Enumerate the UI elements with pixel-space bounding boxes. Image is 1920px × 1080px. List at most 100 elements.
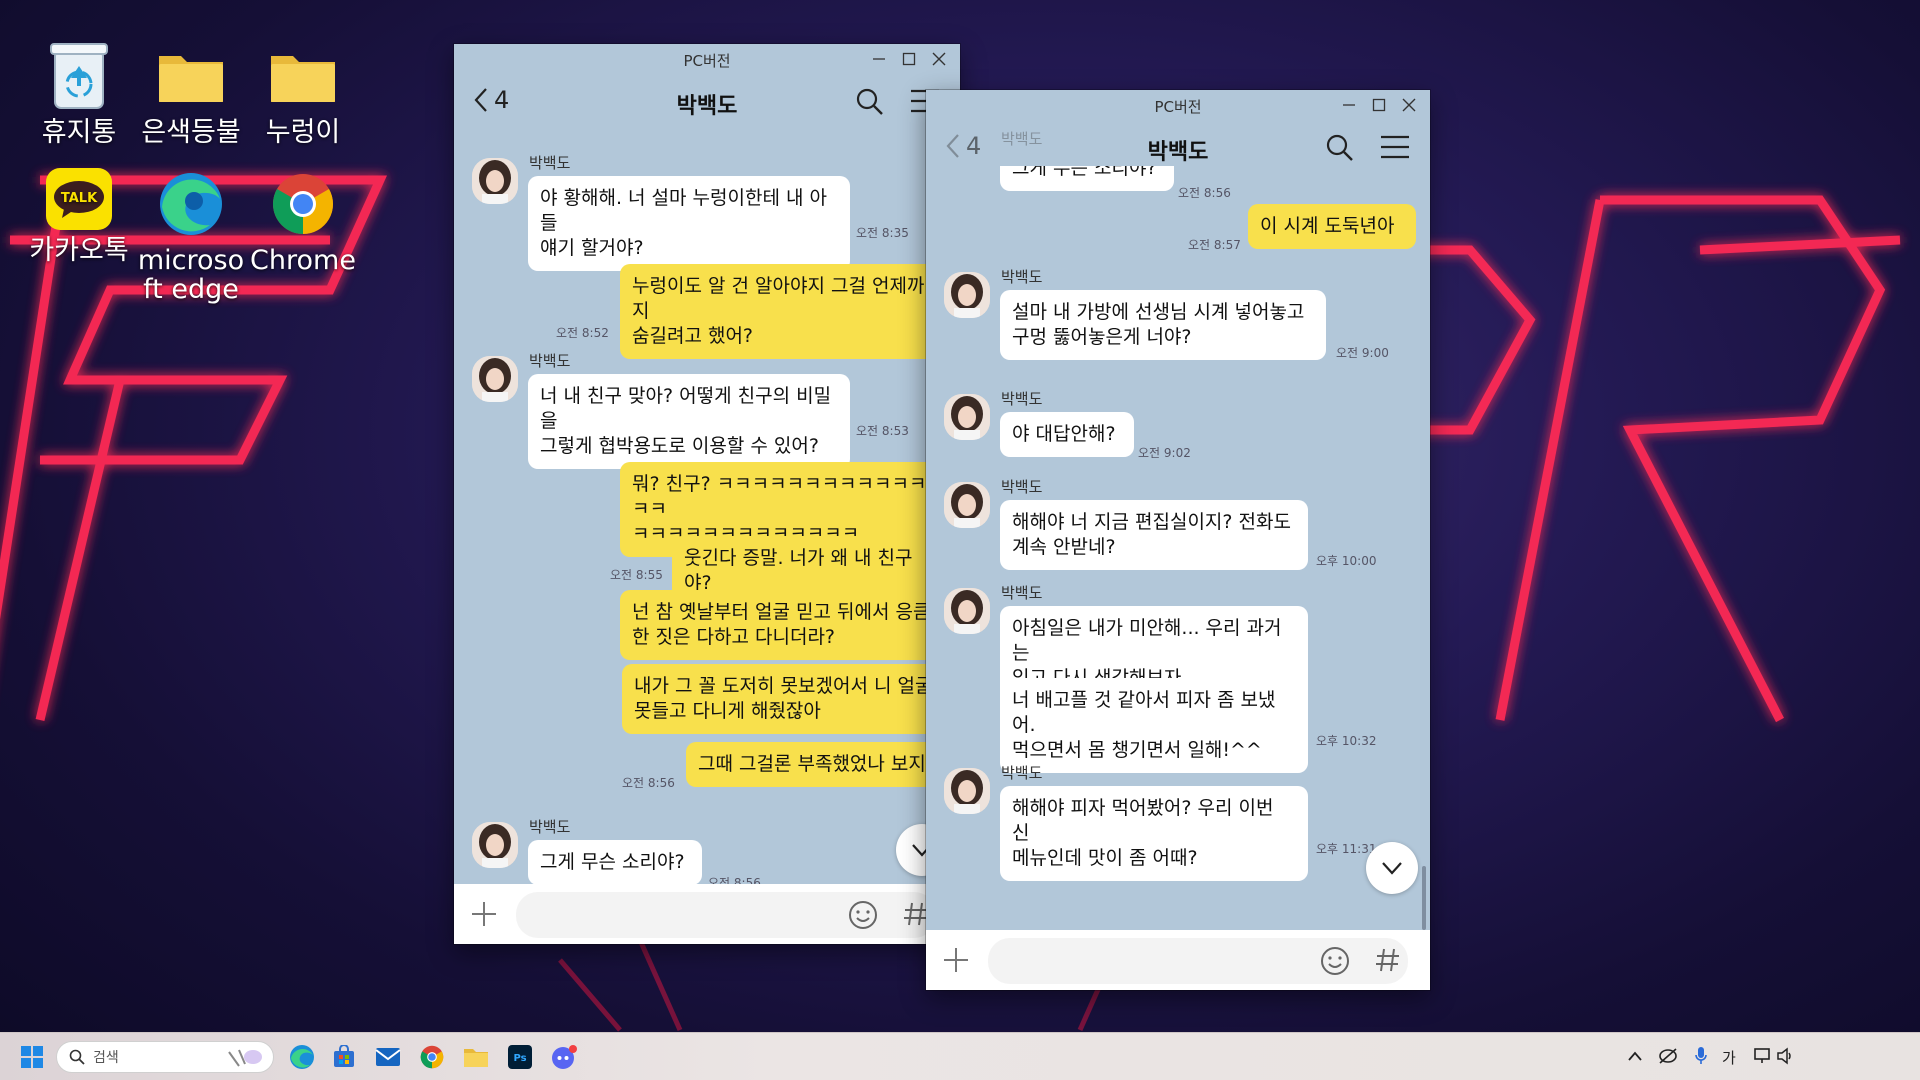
message-bubble-incoming[interactable]: 너 내 친구 맞아? 어떻게 친구의 비밀을 그렇게 협박용도로 이용할 수 있…: [528, 374, 850, 469]
close-icon[interactable]: [930, 50, 948, 68]
message-bubble-incoming[interactable]: 설마 내 가방에 선생님 시계 넣어놓고 구멍 뚫어놓은게 너야?: [1000, 290, 1326, 360]
minimize-icon[interactable]: [1340, 96, 1358, 114]
taskbar-photoshop[interactable]: Ps: [504, 1041, 536, 1073]
desktop-icon-label: 카카오톡: [29, 235, 129, 266]
avatar[interactable]: [944, 272, 990, 318]
sender-name: 박백도: [529, 352, 571, 370]
message-bubble-incoming[interactable]: 해해야 피자 먹어봤어? 우리 이번 신 메뉴인데 맛이 좀 어때?: [1000, 786, 1308, 881]
network-off-icon[interactable]: [1658, 1047, 1678, 1065]
avatar[interactable]: [472, 356, 518, 402]
message-bubble-incoming[interactable]: 야 대답안해?: [1000, 412, 1134, 457]
emoji-icon[interactable]: [1320, 946, 1350, 976]
window-titlebar[interactable]: PC버전: [926, 90, 1430, 124]
avatar[interactable]: [472, 822, 518, 868]
minimize-icon[interactable]: [870, 50, 888, 68]
message-bubble-outgoing[interactable]: 그때 그걸론 부족했었나 보지?: [686, 742, 948, 787]
desktop-icon-folder-2[interactable]: 누렁이: [248, 40, 358, 147]
avatar[interactable]: [944, 482, 990, 528]
photoshop-icon: Ps: [508, 1045, 532, 1069]
message-list[interactable]: 그게 무슨 소리야? 오전 8:56 오전 8:57 이 시계 도둑년아 박백도…: [926, 166, 1430, 930]
sender-name: 박백도: [1001, 390, 1043, 408]
taskbar: 검색 Ps 가: [0, 1032, 1920, 1080]
taskbar-search[interactable]: 검색: [56, 1041, 274, 1073]
volume-icon[interactable]: [1776, 1047, 1794, 1065]
message-time: 오전 8:57: [1188, 238, 1241, 252]
desktop-icon-label: 휴지통: [41, 117, 117, 148]
message-time: 오전 8:52: [556, 326, 609, 340]
message-bubble-outgoing[interactable]: 이 시계 도둑년아: [1248, 204, 1416, 249]
avatar[interactable]: [944, 588, 990, 634]
message-time: 오전 8:35: [856, 226, 909, 240]
sender-name: 박백도: [1001, 584, 1043, 602]
message-bubble-incoming[interactable]: 너 배고플 것 같아서 피자 좀 보냈어. 먹으면서 몸 챙기면서 일해!^^: [1000, 678, 1308, 773]
microphone-icon[interactable]: [1694, 1046, 1708, 1066]
maximize-icon[interactable]: [900, 50, 918, 68]
message-list[interactable]: 박백도 야 황해해. 너 설마 누렁이한테 내 아들 얘기 할거야? 오전 8:…: [454, 144, 960, 884]
avatar[interactable]: [472, 158, 518, 204]
taskbar-edge[interactable]: [286, 1041, 318, 1073]
desktop-icon-label: Chrome: [250, 245, 356, 276]
message-composer: [454, 884, 960, 944]
desktop-icon-kakaotalk[interactable]: TALK 카카오톡: [24, 168, 134, 265]
message-bubble-incoming[interactable]: 그게 무슨 소리야?: [1000, 166, 1174, 191]
message-bubble-outgoing[interactable]: 넌 참 옛날부터 얼굴 믿고 뒤에서 응큼 한 짓은 다하고 다니더라?: [620, 590, 948, 660]
display-icon[interactable]: [1754, 1047, 1774, 1065]
menu-icon[interactable]: [1380, 134, 1410, 160]
plus-icon[interactable]: [940, 944, 972, 976]
message-bubble-incoming[interactable]: 해해야 너 지금 편집실이지? 전화도 계속 안받네?: [1000, 500, 1308, 570]
hashtag-icon[interactable]: [1374, 946, 1402, 974]
discord-icon: [552, 1045, 577, 1069]
message-bubble-incoming[interactable]: 그게 무슨 소리야?: [528, 840, 702, 884]
maximize-icon[interactable]: [1370, 96, 1388, 114]
taskbar-store[interactable]: [328, 1041, 360, 1073]
sender-name-faded: 박백도: [1001, 130, 1043, 148]
avatar[interactable]: [944, 768, 990, 814]
kakaotalk-icon: TALK: [46, 168, 112, 230]
plus-icon[interactable]: [468, 898, 500, 930]
desktop-icon-edge[interactable]: microso ft edge: [136, 168, 246, 304]
folder-icon: [267, 40, 339, 112]
desktop-icon-label: 은색등불: [141, 117, 241, 148]
window-title: PC버전: [683, 52, 731, 70]
message-time: 오후 10:32: [1316, 734, 1377, 748]
search-placeholder: 검색: [93, 1050, 119, 1066]
sender-name: 박백도: [1001, 764, 1043, 782]
desktop-icon-chrome[interactable]: Chrome: [248, 168, 358, 275]
emoji-icon[interactable]: [848, 900, 878, 930]
desktop-icon-label: 누렁이: [265, 117, 341, 148]
windows-logo-icon: [21, 1046, 43, 1068]
message-time: 오전 8:56: [708, 876, 761, 884]
chevron-down-icon: [1382, 862, 1402, 875]
message-composer: [926, 930, 1430, 990]
scrollbar[interactable]: [1422, 866, 1426, 930]
window-titlebar[interactable]: PC버전: [454, 44, 960, 78]
taskbar-chrome[interactable]: [416, 1041, 448, 1073]
desktop-icon-recycle-bin[interactable]: 휴지통: [24, 40, 134, 147]
taskbar-mail[interactable]: [372, 1041, 404, 1073]
message-bubble-outgoing[interactable]: 내가 그 꼴 도저히 못보겠어서 니 얼굴 못들고 다니게 해줬잖아: [622, 664, 948, 734]
search-icon[interactable]: [856, 88, 884, 116]
taskbar-file-explorer[interactable]: [460, 1041, 492, 1073]
start-button[interactable]: [16, 1041, 48, 1073]
avatar[interactable]: [944, 394, 990, 440]
message-bubble-incoming[interactable]: 야 황해해. 너 설마 누렁이한테 내 아들 얘기 할거야?: [528, 176, 850, 271]
message-time: 오후 11:31: [1316, 842, 1377, 856]
taskbar-discord[interactable]: [548, 1041, 580, 1073]
folder-icon: [464, 1049, 488, 1067]
search-icon[interactable]: [1326, 134, 1354, 162]
chevron-up-icon[interactable]: [1628, 1051, 1642, 1061]
message-time: 오후 10:00: [1316, 554, 1377, 568]
edge-icon: [290, 1045, 314, 1069]
close-icon[interactable]: [1400, 96, 1418, 114]
chat-window-left[interactable]: PC버전 4 박백도 박백도 야 황해해. 너 설마 누렁이한테 내 아들 얘기…: [454, 44, 960, 944]
scroll-to-bottom-button[interactable]: [1366, 842, 1418, 894]
message-time: 오전 8:56: [622, 776, 675, 790]
recycle-bin-icon: [43, 40, 115, 112]
search-icon: [69, 1049, 85, 1065]
search-highlight-icon: [228, 1049, 262, 1067]
chat-window-right[interactable]: PC버전 4 박백도 박백도 그게 무슨 소리야? 오전 8:56 오전 8:5…: [926, 90, 1430, 990]
message-time: 오전 8:53: [856, 424, 909, 438]
desktop-icon-folder-1[interactable]: 은색등불: [136, 40, 246, 147]
ime-indicator[interactable]: 가: [1722, 1047, 1736, 1068]
message-bubble-outgoing[interactable]: 누렁이도 알 건 알아야지 그걸 언제까지 숨길려고 했어?: [620, 264, 948, 359]
